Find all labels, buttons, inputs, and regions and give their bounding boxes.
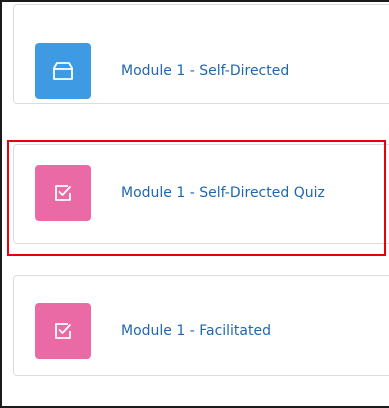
activity-row[interactable]: Module 1 - Facilitated bbox=[35, 303, 271, 359]
activity-row[interactable]: Module 1 - Self-Directed bbox=[35, 43, 289, 99]
selection-highlight bbox=[7, 140, 386, 256]
package-icon bbox=[53, 62, 73, 80]
activity-link[interactable]: Module 1 - Facilitated bbox=[121, 323, 271, 339]
quiz-checkbox-icon bbox=[55, 323, 71, 339]
activity-icon-tile bbox=[35, 43, 91, 99]
activity-link[interactable]: Module 1 - Self-Directed bbox=[121, 63, 289, 79]
course-activity-list: Module 1 - Self-Directed Module 1 - Self… bbox=[0, 0, 389, 408]
activity-icon-tile bbox=[35, 303, 91, 359]
